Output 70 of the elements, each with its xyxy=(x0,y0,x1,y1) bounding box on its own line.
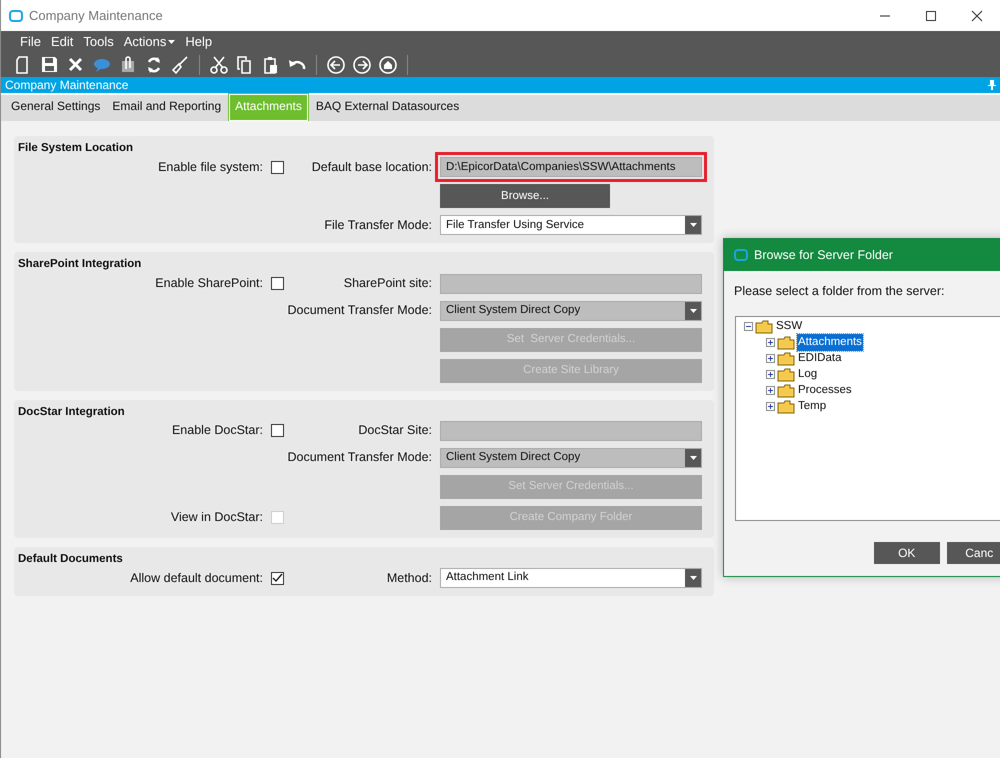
tree-item[interactable]: SSW xyxy=(775,318,804,336)
menu-item[interactable]: Edit xyxy=(46,32,78,52)
expand-icon[interactable] xyxy=(766,354,775,364)
tree-item[interactable]: Log xyxy=(797,366,818,384)
menu-item[interactable]: File xyxy=(15,32,46,52)
group-title: SharePoint Integration xyxy=(18,257,142,272)
caret-icon xyxy=(168,40,176,44)
expand-icon[interactable] xyxy=(766,370,775,380)
dropdown[interactable]: File Transfer Using Service xyxy=(440,215,702,236)
button[interactable]: Canc xyxy=(946,542,1000,564)
forward-icon[interactable] xyxy=(352,54,372,74)
window-title: Company Maintenance xyxy=(29,6,163,25)
back-icon[interactable] xyxy=(326,54,346,74)
tree-item[interactable]: Attachments xyxy=(797,334,863,352)
menu-item[interactable]: Actions xyxy=(118,32,180,52)
folder-icon xyxy=(777,384,795,398)
folder-icon xyxy=(777,352,795,366)
tree-item[interactable]: Processes xyxy=(797,382,853,400)
expand-icon[interactable] xyxy=(766,338,775,348)
group-title: DocStar Integration xyxy=(18,404,126,420)
collapse-icon[interactable] xyxy=(744,322,753,332)
field-label: Enable file system: xyxy=(158,158,263,176)
field-label: Method: xyxy=(386,570,432,587)
field-label: File Transfer Mode: xyxy=(324,216,432,234)
pin-icon[interactable] xyxy=(988,80,996,90)
tab[interactable]: General Settings xyxy=(5,94,106,121)
folder-icon xyxy=(777,336,795,350)
menu-item[interactable]: Help xyxy=(180,32,218,52)
field-label: DocStar Site: xyxy=(358,422,432,440)
field-label: View in DocStar: xyxy=(170,509,263,526)
folder-icon xyxy=(777,368,795,382)
app-icon xyxy=(734,249,748,261)
app-icon xyxy=(9,10,23,22)
cut-icon[interactable] xyxy=(209,54,229,74)
prompt-text: Please select a folder from the server: xyxy=(734,283,946,300)
dropdown-arrow-icon xyxy=(690,223,696,228)
field-label: Default base location: xyxy=(312,158,432,176)
group-title: Default Documents xyxy=(18,552,124,567)
menu-item[interactable]: Tools xyxy=(78,32,119,52)
panel-title: Company Maintenance xyxy=(5,77,128,94)
home-icon[interactable] xyxy=(378,54,398,74)
group-title: File System Location xyxy=(18,141,134,156)
dropdown-arrow-icon xyxy=(690,576,696,580)
folder-icon xyxy=(755,320,773,334)
checkbox[interactable] xyxy=(271,160,284,174)
tree-item[interactable]: Temp xyxy=(797,398,828,416)
dialog-title: Browse for Server Folder xyxy=(754,246,893,264)
tab[interactable]: BAQ External Datasources xyxy=(310,94,466,121)
field-label: SharePoint site: xyxy=(344,275,432,292)
expand-icon[interactable] xyxy=(766,386,775,396)
close-icon[interactable] xyxy=(969,8,985,24)
checkbox[interactable] xyxy=(271,424,284,438)
field-label: Enable DocStar: xyxy=(172,422,263,440)
save-icon[interactable] xyxy=(40,54,60,74)
tree-item[interactable]: EDIData xyxy=(797,350,842,368)
checkbox[interactable] xyxy=(271,277,284,290)
field-label: Document Transfer Mode: xyxy=(287,302,432,320)
dropdown[interactable]: Attachment Link xyxy=(440,568,702,588)
field-label: Document Transfer Mode: xyxy=(287,449,432,466)
dropdown-arrow-icon xyxy=(690,456,696,460)
folder-icon xyxy=(777,400,795,414)
field-label: Enable SharePoint: xyxy=(155,275,263,292)
brush-icon[interactable] xyxy=(170,54,190,74)
field-label: Allow default document: xyxy=(130,570,263,587)
button[interactable]: Browse... xyxy=(440,184,610,208)
tab[interactable]: Email and Reporting xyxy=(106,94,228,121)
expand-icon[interactable] xyxy=(766,402,775,412)
button[interactable]: OK xyxy=(874,542,940,564)
checkbox[interactable] xyxy=(271,572,284,584)
dropdown-arrow-icon xyxy=(690,308,696,312)
